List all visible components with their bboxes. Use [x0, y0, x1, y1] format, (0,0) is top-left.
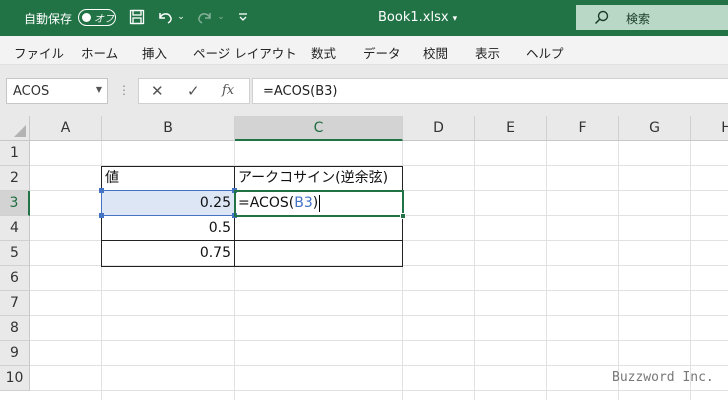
gridline: [30, 290, 728, 291]
row-header-5[interactable]: 5: [0, 241, 30, 266]
fill-handle[interactable]: [400, 213, 406, 219]
gridline: [546, 141, 547, 400]
row-header-10[interactable]: 10: [0, 366, 30, 391]
gridline: [30, 340, 728, 341]
select-all-button[interactable]: [0, 116, 30, 141]
spreadsheet-grid[interactable]: A B C D E F G H 1 2 3 4 5 6 7 8 9 10 値 ア…: [0, 116, 728, 400]
save-icon[interactable]: [126, 6, 148, 28]
tab-view[interactable]: 表示: [475, 43, 500, 62]
search-placeholder: 検索: [626, 12, 651, 26]
title-dropdown-icon: ▾: [452, 14, 458, 24]
row-header-2[interactable]: 2: [0, 166, 30, 191]
gridline: [690, 141, 691, 400]
row-header-7[interactable]: 7: [0, 291, 30, 316]
column-header-f[interactable]: F: [547, 116, 619, 141]
toggle-knob: [82, 12, 91, 22]
cell-b2[interactable]: 値: [102, 166, 234, 191]
formula-spacer: [0, 108, 728, 116]
active-cell-border: [234, 190, 404, 217]
cell-b5[interactable]: 0.75: [102, 241, 234, 266]
cell-b4[interactable]: 0.5: [102, 216, 234, 241]
row-header-6[interactable]: 6: [0, 266, 30, 291]
column-header-a[interactable]: A: [30, 116, 102, 141]
formula-input-value: =ACOS(B3): [263, 84, 338, 99]
file-name: Book1.xlsx: [378, 10, 449, 25]
gridline: [30, 315, 728, 316]
select-all-triangle-icon: [14, 125, 26, 137]
redo-icon: [194, 6, 216, 28]
insert-function-icon[interactable]: fx: [222, 83, 234, 98]
watermark: Buzzword Inc.: [612, 370, 714, 385]
search-icon: [594, 10, 609, 25]
autosave-toggle[interactable]: オフ: [78, 9, 116, 26]
undo-dropdown-icon[interactable]: ⌄: [176, 6, 186, 28]
tab-data[interactable]: データ: [363, 43, 401, 62]
row-header-9[interactable]: 9: [0, 341, 30, 366]
enter-icon[interactable]: ✓: [187, 82, 200, 100]
tab-page-layout[interactable]: ページ レイアウト: [193, 43, 297, 62]
column-header-b[interactable]: B: [102, 116, 235, 141]
ribbon-spacer: [0, 65, 728, 75]
row-header-1[interactable]: 1: [0, 141, 30, 166]
name-box[interactable]: ACOS ▼: [6, 78, 108, 104]
title-bar: 自動保存 オフ ⌄ ⌄ Book1.xlsx ▾ 検索: [0, 0, 728, 36]
column-header-c[interactable]: C: [235, 116, 403, 141]
formula-bar: ACOS ▼ ⋮ ✕ ✓ fx =ACOS(B3): [0, 75, 728, 108]
row-header-4[interactable]: 4: [0, 216, 30, 241]
formula-bar-grip-icon[interactable]: ⋮: [118, 83, 130, 97]
customize-toolbar-icon[interactable]: [236, 6, 250, 28]
tab-formulas[interactable]: 数式: [311, 43, 336, 62]
column-header-h[interactable]: H: [691, 116, 728, 141]
gridline: [30, 390, 728, 391]
ribbon-tabs: ファイル ホーム 挿入 ページ レイアウト 数式 データ 校閲 表示 ヘルプ: [0, 36, 728, 65]
document-title[interactable]: Book1.xlsx ▾: [378, 10, 457, 25]
cell-c2[interactable]: アークコサイン(逆余弦): [235, 166, 402, 191]
gridline: [30, 365, 728, 366]
autosave-state: オフ: [94, 14, 114, 25]
tab-help[interactable]: ヘルプ: [526, 43, 564, 62]
tab-file[interactable]: ファイル: [14, 43, 64, 62]
gridline: [474, 141, 475, 400]
cell-b3[interactable]: 0.25: [102, 191, 234, 216]
row-header-8[interactable]: 8: [0, 316, 30, 341]
tab-review[interactable]: 校閲: [423, 43, 448, 62]
autosave-label: 自動保存: [24, 12, 73, 26]
gridline: [618, 141, 619, 400]
undo-icon[interactable]: [154, 6, 176, 28]
cancel-icon[interactable]: ✕: [151, 82, 164, 100]
search-box[interactable]: 検索: [576, 5, 728, 30]
formula-input[interactable]: =ACOS(B3): [252, 78, 728, 104]
column-header-d[interactable]: D: [403, 116, 475, 141]
redo-dropdown-icon: ⌄: [217, 12, 225, 22]
tab-home[interactable]: ホーム: [81, 43, 118, 62]
row-header-3[interactable]: 3: [0, 191, 30, 216]
formula-buttons: ✕ ✓ fx: [138, 78, 250, 104]
tab-insert[interactable]: 挿入: [142, 43, 167, 62]
column-header-e[interactable]: E: [475, 116, 547, 141]
name-box-value: ACOS: [13, 84, 50, 99]
name-box-dropdown-icon[interactable]: ▼: [96, 85, 102, 94]
column-header-g[interactable]: G: [619, 116, 691, 141]
